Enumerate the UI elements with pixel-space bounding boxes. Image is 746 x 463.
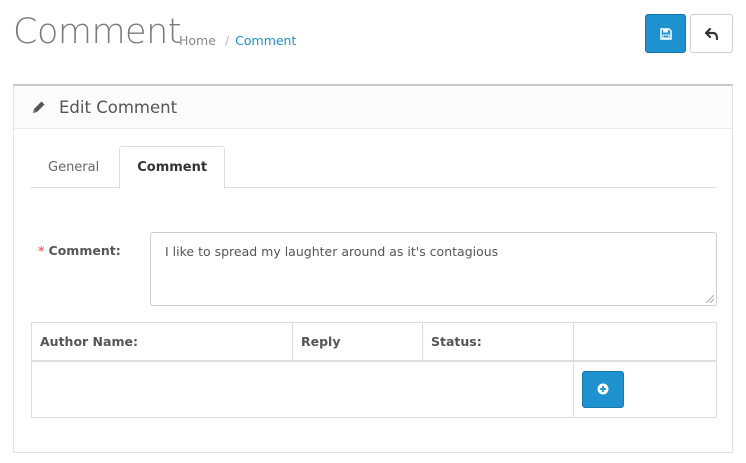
breadcrumb-home-link[interactable]: Home bbox=[179, 33, 216, 48]
back-button[interactable] bbox=[690, 14, 733, 53]
column-header-status: Status: bbox=[422, 322, 574, 362]
save-icon bbox=[659, 27, 672, 40]
tab-comment[interactable]: Comment bbox=[119, 146, 226, 189]
reply-table: Author Name: Reply Status: bbox=[31, 322, 717, 418]
page-title: Comment bbox=[13, 12, 181, 52]
table-header-row: Author Name: Reply Status: bbox=[31, 322, 717, 362]
breadcrumb: Home / Comment bbox=[179, 33, 296, 48]
breadcrumb-comment-link[interactable]: Comment bbox=[235, 33, 296, 48]
panel-heading: Edit Comment bbox=[14, 86, 732, 129]
table-row bbox=[31, 360, 717, 418]
plus-circle-icon bbox=[597, 383, 609, 395]
comment-text: I like to spread my laughter around as i… bbox=[165, 244, 499, 259]
column-header-action bbox=[573, 322, 717, 362]
add-reply-button[interactable] bbox=[582, 370, 624, 408]
edit-comment-panel: Edit Comment General Comment * Comment: I… bbox=[13, 84, 733, 453]
comment-label-text: Comment: bbox=[48, 243, 121, 258]
reply-icon bbox=[704, 27, 718, 40]
resize-handle-icon[interactable] bbox=[706, 295, 714, 303]
panel-title: Edit Comment bbox=[59, 97, 178, 117]
comment-textarea[interactable]: I like to spread my laughter around as i… bbox=[150, 232, 717, 306]
required-marker: * bbox=[38, 243, 45, 258]
save-button[interactable] bbox=[645, 14, 686, 53]
pencil-icon bbox=[33, 101, 45, 113]
action-cell bbox=[573, 360, 717, 418]
comment-label: * Comment: bbox=[38, 243, 121, 258]
column-header-author-name: Author Name: bbox=[31, 322, 293, 362]
empty-cell bbox=[31, 360, 574, 418]
breadcrumb-separator: / bbox=[224, 33, 230, 48]
tab-general[interactable]: General bbox=[31, 146, 117, 188]
column-header-reply: Reply bbox=[292, 322, 423, 362]
tab-bar: General Comment bbox=[31, 146, 717, 189]
